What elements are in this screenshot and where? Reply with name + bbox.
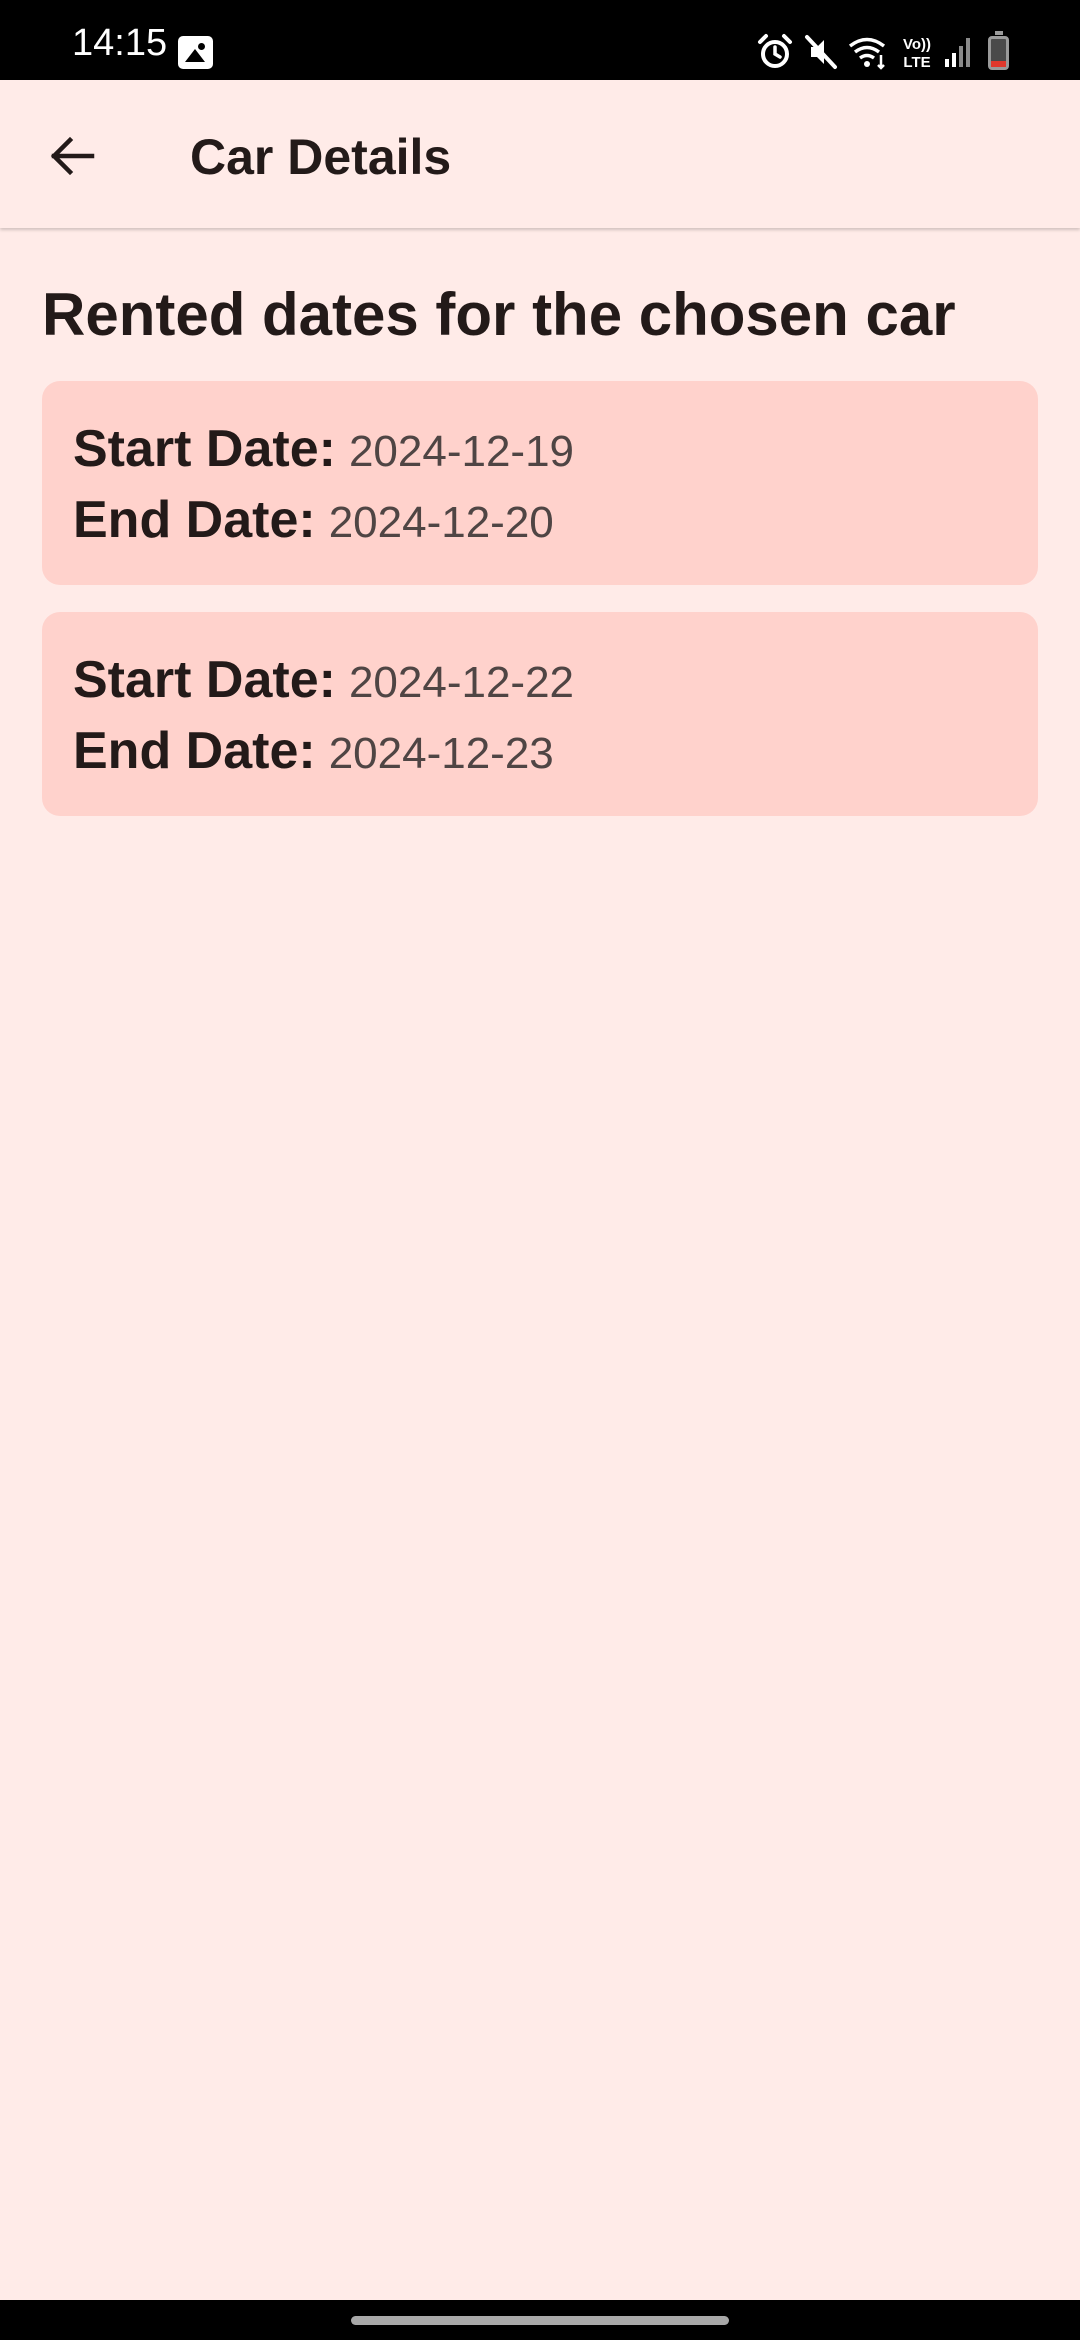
mute-icon: [805, 35, 837, 69]
volte-icon: Vo)) LTE: [903, 36, 931, 71]
battery-icon: [988, 31, 1009, 70]
start-date-value: 2024-12-19: [348, 427, 575, 476]
volte-line2: LTE: [903, 54, 930, 71]
navigation-bar: [0, 2300, 1080, 2340]
status-time: 14:15: [72, 22, 168, 64]
gallery-icon: [178, 36, 213, 69]
arrow-back-icon: [50, 136, 95, 176]
screen: 14:15 Vo)) LTE Car Details Rented dates …: [0, 0, 1080, 2340]
rental-card: Start Date: 2024-12-19 End Date: 2024-12…: [42, 381, 1038, 585]
home-gesture-handle[interactable]: [351, 2316, 729, 2325]
end-date-label: End Date:: [73, 722, 316, 780]
end-date-value: 2024-12-23: [328, 729, 554, 778]
start-date-value: 2024-12-22: [348, 658, 575, 707]
end-date-row: End Date: 2024-12-20: [73, 490, 1007, 561]
end-date-label: End Date:: [73, 491, 316, 549]
start-date-row: Start Date: 2024-12-22: [73, 650, 1007, 721]
app-bar: Car Details: [0, 80, 1080, 228]
wifi-icon: [848, 37, 886, 70]
start-date-label: Start Date:: [73, 420, 336, 478]
rental-list: Start Date: 2024-12-19 End Date: 2024-12…: [42, 381, 1038, 843]
page-title: Car Details: [190, 129, 452, 185]
alarm-icon: [758, 34, 792, 68]
section-heading: Rented dates for the chosen car: [42, 281, 956, 348]
end-date-value: 2024-12-20: [328, 498, 554, 547]
start-date-label: Start Date:: [73, 651, 336, 709]
end-date-row: End Date: 2024-12-23: [73, 721, 1007, 792]
status-bar: 14:15 Vo)) LTE: [0, 0, 1080, 80]
back-button[interactable]: [36, 120, 108, 192]
start-date-row: Start Date: 2024-12-19: [73, 419, 1007, 490]
volte-line1: Vo)): [903, 36, 931, 53]
rental-card: Start Date: 2024-12-22 End Date: 2024-12…: [42, 612, 1038, 816]
signal-icon: [945, 38, 970, 67]
